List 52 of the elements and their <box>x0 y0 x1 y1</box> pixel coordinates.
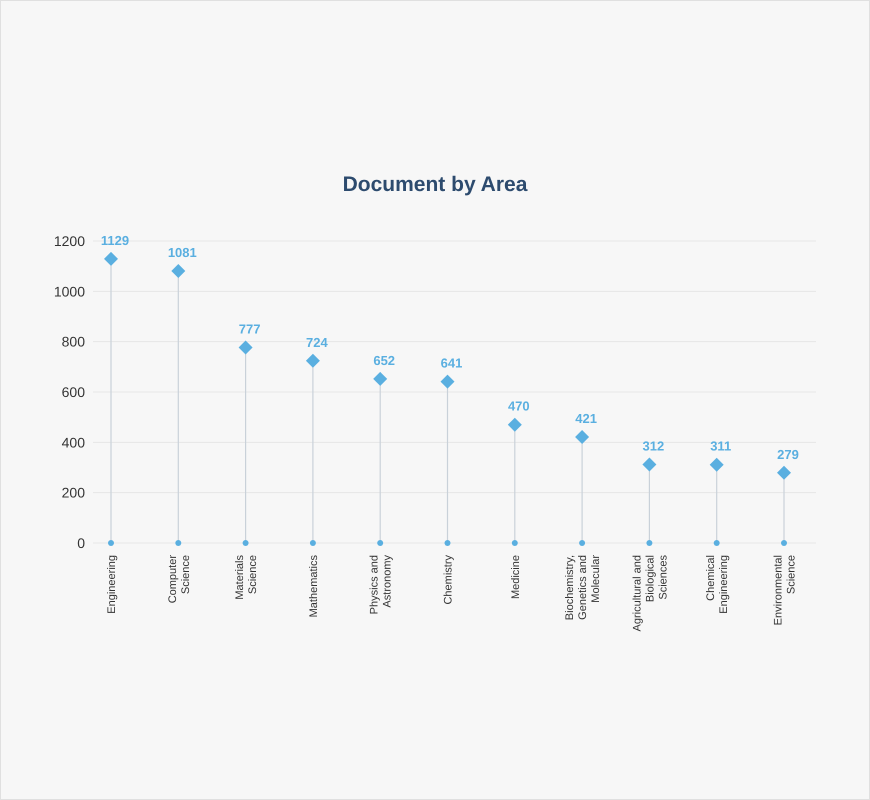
value-label: 312 <box>642 438 664 453</box>
base-dot <box>781 540 787 546</box>
value-label: 652 <box>373 352 396 368</box>
category-label: Chemical Engineering <box>705 554 730 614</box>
data-point <box>306 353 320 368</box>
category-label: Biochemistry, Genetics and Molecular <box>564 554 602 620</box>
data-point <box>171 263 186 278</box>
axis-tick-label: 600 <box>62 384 85 400</box>
axis-tick-label: 400 <box>62 434 85 450</box>
base-dot <box>714 540 720 546</box>
axis-tick-label: 800 <box>62 333 85 350</box>
category-label: Engineering <box>106 554 118 614</box>
value-label: 1081 <box>168 244 197 260</box>
value-label: 641 <box>440 355 462 370</box>
base-dot <box>444 540 450 546</box>
base-dot <box>242 540 249 546</box>
category-label: Computer Science <box>166 554 192 603</box>
base-dot <box>108 540 114 546</box>
data-point <box>238 340 253 354</box>
category-label: Materials Science <box>234 554 260 600</box>
data-point <box>440 374 454 388</box>
category-label: Chemistry <box>442 554 454 604</box>
base-dot <box>579 540 586 546</box>
base-dot <box>175 540 182 546</box>
base-dot <box>512 540 518 546</box>
value-label: 311 <box>710 438 732 454</box>
axis-tick-label: 1000 <box>54 282 85 299</box>
value-label: 279 <box>777 446 799 462</box>
category-label: Physics and Astronomy <box>368 554 394 614</box>
data-point <box>777 465 791 480</box>
category-label: Medicine <box>510 554 522 599</box>
value-label: 724 <box>306 334 328 350</box>
value-label: 1129 <box>100 232 130 248</box>
value-label: 421 <box>575 410 597 426</box>
category-label: Mathematics <box>308 554 320 617</box>
base-dot <box>646 540 652 546</box>
data-point <box>710 457 724 472</box>
base-dot <box>310 540 316 546</box>
data-point <box>104 251 118 266</box>
data-point <box>373 371 388 386</box>
axis-tick-label: 0 <box>77 534 85 550</box>
axis-tick-label: 1200 <box>54 232 85 248</box>
value-label: 470 <box>508 398 530 414</box>
category-label: Agricultural and Biological Sciences <box>631 554 670 631</box>
axis-tick-label: 200 <box>62 484 85 500</box>
data-point <box>508 417 522 432</box>
category-label: Environmental Science <box>772 554 798 625</box>
base-dot <box>377 540 384 546</box>
data-point <box>575 430 590 444</box>
value-label: 777 <box>238 320 260 336</box>
data-point <box>642 456 656 471</box>
chart-title: Document by Area <box>342 172 528 198</box>
